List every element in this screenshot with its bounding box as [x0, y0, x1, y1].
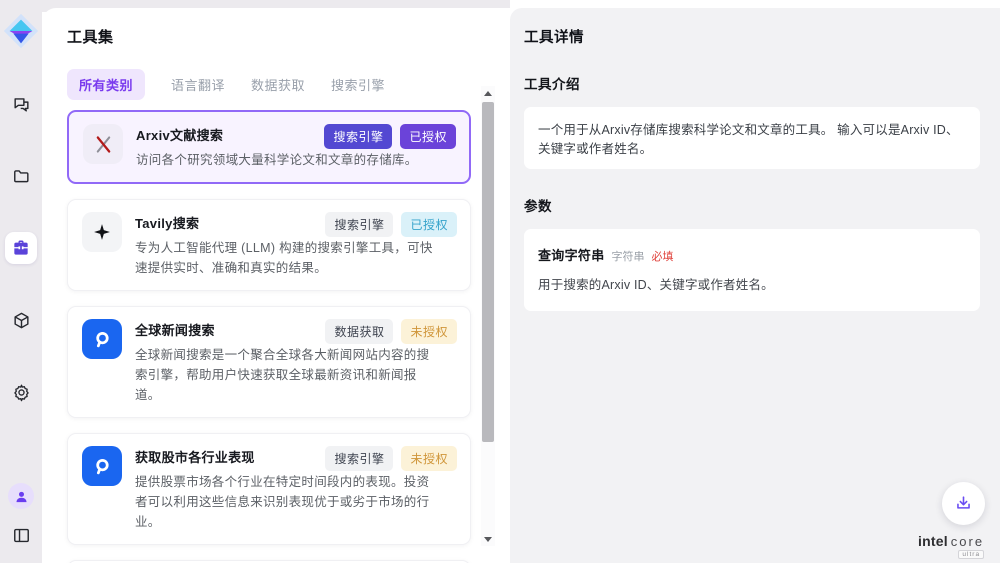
tool-card[interactable]: Arxiv文献搜索 访问各个研究领域大量科学论文和文章的存储库。 搜索引擎 已授…	[67, 110, 471, 184]
app-logo-icon[interactable]	[2, 12, 40, 50]
rail-nav	[5, 88, 37, 408]
juhe-data-logo-icon	[82, 319, 122, 359]
category-badge: 搜索引擎	[324, 124, 392, 149]
tool-desc: 全球新闻搜索是一个聚合全球各大新闻网站内容的搜索引擎，帮助用户快速获取全球最新资…	[135, 345, 437, 405]
juhe-data-logo-icon	[82, 446, 122, 486]
user-icon[interactable]	[8, 483, 34, 509]
tool-card[interactable]: 获取股市各行业表现 提供股票市场各个行业在特定时间段内的表现。投资者可以利用这些…	[67, 433, 471, 545]
tab-数据获取[interactable]: 数据获取	[251, 69, 305, 100]
tab-搜索引擎[interactable]: 搜索引擎	[331, 69, 385, 100]
scrollbar-thumb[interactable]	[482, 102, 494, 442]
category-tabs: 所有类别语言翻译数据获取搜索引擎	[67, 69, 510, 100]
sparkle-star-icon	[82, 212, 122, 252]
sidebar-item-settings[interactable]	[5, 376, 37, 408]
tab-所有类别[interactable]: 所有类别	[67, 69, 145, 100]
sidebar-item-chat[interactable]	[5, 88, 37, 120]
tool-list: Arxiv文献搜索 访问各个研究领域大量科学论文和文章的存储库。 搜索引擎 已授…	[67, 110, 471, 563]
param-desc: 用于搜索的Arxiv ID、关键字或作者姓名。	[538, 274, 966, 293]
list-scrollbar[interactable]	[481, 86, 495, 546]
sidebar-item-folder[interactable]	[5, 160, 37, 192]
detail-panel-title: 工具详情	[524, 26, 980, 47]
tools-panel: 工具集 所有类别语言翻译数据获取搜索引擎 Arxiv文献搜索 访问各个研究领域大…	[42, 8, 510, 563]
tool-card[interactable]: 全球新闻搜索 全球新闻搜索是一个聚合全球各大新闻网站内容的搜索引擎，帮助用户快速…	[67, 306, 471, 418]
param-type: 字符串	[612, 248, 645, 264]
core-wordmark: core	[951, 534, 984, 549]
tool-card[interactable]: Tavily搜索 专为人工智能代理 (LLM) 构建的搜索引擎工具，可快速提供实…	[67, 199, 471, 291]
arxiv-logo-icon	[83, 124, 123, 164]
param-required-badge: 必填	[652, 248, 674, 264]
download-icon	[954, 494, 973, 513]
tool-desc: 提供股票市场各个行业在特定时间段内的表现。投资者可以利用这些信息来识别表现优于或…	[135, 472, 437, 532]
tool-desc: 访问各个研究领域大量科学论文和文章的存储库。	[136, 150, 438, 170]
tool-desc: 专为人工智能代理 (LLM) 构建的搜索引擎工具，可快速提供实时、准确和真实的结…	[135, 238, 437, 278]
ultra-chip-label: ultra	[958, 550, 984, 559]
tool-badges: 搜索引擎 已授权	[325, 212, 457, 237]
toolbox-icon	[11, 238, 31, 258]
rail-bottom	[0, 483, 42, 551]
category-badge: 数据获取	[325, 319, 393, 344]
category-badge: 搜索引擎	[325, 446, 393, 471]
tools-panel-title: 工具集	[67, 26, 510, 47]
tool-badges: 搜索引擎 已授权	[324, 124, 456, 149]
scrollbar-up-arrow-icon[interactable]	[481, 86, 495, 100]
scrollbar-down-arrow-icon[interactable]	[481, 532, 495, 546]
gear-icon	[12, 383, 31, 402]
tab-语言翻译[interactable]: 语言翻译	[171, 69, 225, 100]
icon-rail	[0, 0, 42, 563]
param-card: 查询字符串 字符串 必填 用于搜索的Arxiv ID、关键字或作者姓名。	[524, 229, 980, 311]
auth-badge: 已授权	[400, 124, 456, 149]
chat-icon	[12, 95, 31, 114]
panel-layout-icon[interactable]	[5, 519, 37, 551]
intel-core-logo: intel core ultra	[918, 533, 984, 559]
category-badge: 搜索引擎	[325, 212, 393, 237]
params-heading: 参数	[524, 195, 980, 215]
tool-badges: 数据获取 未授权	[325, 319, 457, 344]
sidebar-item-cube[interactable]	[5, 304, 37, 336]
tool-badges: 搜索引擎 未授权	[325, 446, 457, 471]
detail-panel: 工具详情 工具介绍 一个用于从Arxiv存储库搜索科学论文和文章的工具。 输入可…	[510, 8, 1000, 563]
cube-icon	[12, 311, 31, 330]
sidebar-item-toolbox[interactable]	[5, 232, 37, 264]
intel-wordmark: intel	[918, 533, 948, 549]
auth-badge: 未授权	[401, 319, 457, 344]
auth-badge: 已授权	[401, 212, 457, 237]
app-window: 工具集 所有类别语言翻译数据获取搜索引擎 Arxiv文献搜索 访问各个研究领域大…	[0, 0, 1000, 563]
param-name: 查询字符串	[538, 245, 605, 264]
download-button[interactable]	[942, 482, 985, 525]
folder-icon	[12, 167, 31, 186]
auth-badge: 未授权	[401, 446, 457, 471]
intro-text: 一个用于从Arxiv存储库搜索科学论文和文章的工具。 输入可以是Arxiv ID…	[524, 107, 980, 169]
intro-heading: 工具介绍	[524, 73, 980, 93]
